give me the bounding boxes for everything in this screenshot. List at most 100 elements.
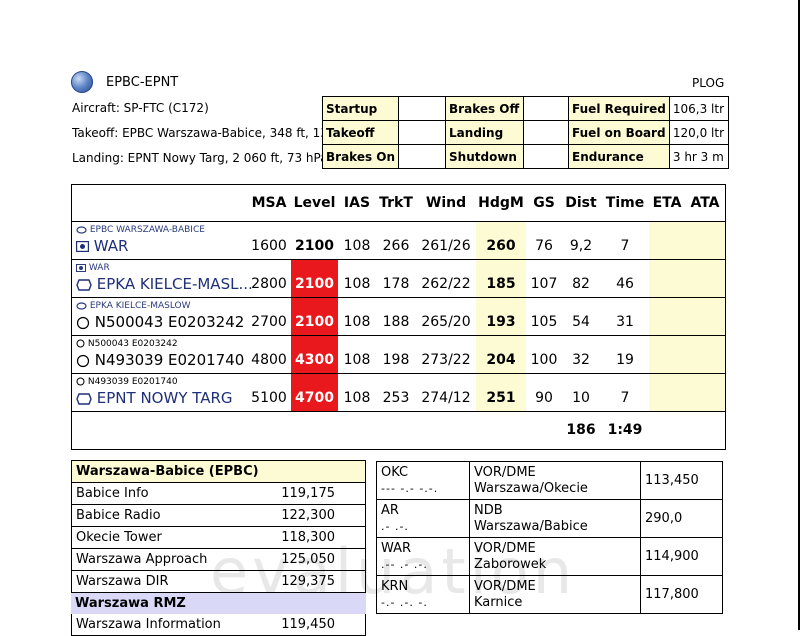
header-ias: IAS [343, 195, 371, 211]
frequency-row[interactable]: Babice Radio 122,300 [71, 505, 366, 527]
fuel-on-board-value: 120,0 ltr [668, 120, 729, 145]
cell-dist: 32 [572, 352, 590, 368]
navaid-name: Warszawa/Babice [474, 518, 588, 534]
eta-ata-cell[interactable] [649, 374, 725, 411]
cell-time: 7 [620, 390, 630, 406]
cell-trkt: 188 [382, 314, 410, 330]
header-level: Level [293, 195, 336, 211]
navaid-row[interactable]: WAR .-- .- .-. VOR/DME Zaborowek 114,900 [376, 537, 723, 576]
brakes-off-value[interactable] [523, 96, 570, 121]
cell-time: 31 [616, 314, 634, 330]
leg-to: N493039 E0201740 [76, 351, 244, 369]
cell-wind: 274/12 [421, 390, 471, 406]
cell-trkt: 198 [382, 352, 410, 368]
airport-icon [76, 392, 92, 405]
landing-info: Landing: EPNT Nowy Targ, 2 060 ft, 73 hP… [72, 151, 322, 165]
navaid-morse: -.- .-. -. [381, 595, 428, 609]
leg-row[interactable]: N500043 E0203242 N493039 E0201740 4800 4… [72, 335, 725, 373]
leg-row[interactable]: EPBC WARSZAWA-BABICE WAR 1600 2100 108 2… [72, 221, 725, 259]
header-dist: Dist [565, 195, 597, 211]
eta-ata-cell[interactable] [649, 222, 725, 259]
endurance-value: 3 hr 3 m [668, 144, 729, 169]
route-title: EPBC-EPNT [106, 75, 179, 90]
cell-msa: 5100 [251, 390, 287, 406]
navaid-type: VOR/DME [474, 464, 536, 480]
navaid-row[interactable]: KRN -.- .-. -. VOR/DME Karnice 117,800 [376, 575, 723, 614]
airport-icon [76, 301, 87, 310]
cell-dist: 10 [572, 390, 590, 406]
cell-msa: 4800 [251, 352, 287, 368]
cell-level: 4300 [291, 336, 338, 373]
leg-from: N500043 E0203242 [76, 339, 178, 349]
leg-from: N493039 E0201740 [76, 377, 178, 387]
airport-icon [76, 225, 87, 234]
waypoint-circle-icon [76, 377, 85, 386]
waypoint-circle-icon [76, 339, 85, 348]
frequency-group-header: Warszawa RMZ [71, 593, 366, 614]
navaid-name: Warszawa/Okecie [474, 480, 588, 496]
cell-ias: 108 [343, 390, 371, 406]
cell-gs: 90 [535, 390, 553, 406]
leg-to: EPKA KIELCE-MASL... [76, 275, 253, 293]
navaid-row[interactable]: AR .- .-. NDB Warszawa/Babice 290,0 [376, 499, 723, 538]
frequency-list: Warszawa-Babice (EPBC) Babice Info 119,17… [71, 460, 366, 636]
landing-value[interactable] [523, 120, 570, 145]
cell-dist: 54 [572, 314, 590, 330]
cell-ias: 108 [343, 238, 371, 254]
leg-to: N500043 E0203242 [76, 313, 244, 331]
leg-row[interactable]: N493039 E0201740 EPNT NOWY TARG 5100 470… [72, 373, 725, 411]
frequency-group-header: Warszawa-Babice (EPBC) [71, 460, 366, 483]
cell-level: 2100 [291, 298, 338, 335]
cell-msa: 2800 [251, 276, 287, 292]
takeoff-value[interactable] [398, 120, 447, 145]
cell-gs: 107 [530, 276, 558, 292]
takeoff-label: Takeoff [321, 120, 400, 145]
cell-gs: 105 [530, 314, 558, 330]
fuel-required-label: Fuel Required [568, 96, 670, 121]
brakes-off-label: Brakes Off [445, 96, 525, 121]
takeoff-info: Takeoff: EPBC Warszawa-Babice, 348 ft, 1… [72, 126, 322, 140]
frequency-row[interactable]: Babice Info 119,175 [71, 483, 366, 505]
header-time: Time [605, 195, 645, 211]
navaid-table: OKC --- -.- -.-. VOR/DME Warszawa/Okecie 1… [376, 461, 723, 614]
eta-ata-cell[interactable] [649, 336, 725, 373]
status-table: Startup Brakes Off Fuel Required 106,3 l… [321, 96, 729, 169]
landing-label: Landing [445, 120, 525, 145]
navaid-row[interactable]: OKC --- -.- -.-. VOR/DME Warszawa/Okecie 1… [376, 461, 723, 500]
cell-hdgm: 251 [476, 374, 526, 411]
navaid-morse: --- -.- -.-. [381, 481, 439, 495]
brakes-on-value[interactable] [398, 144, 447, 169]
navaid-id: WAR [381, 540, 412, 556]
total-time: 1:49 [607, 422, 643, 438]
fuel-on-board-label: Fuel on Board [568, 120, 670, 145]
navaid-type: NDB [474, 502, 503, 518]
vor-icon [76, 263, 86, 272]
frequency-row[interactable]: Warszawa Approach 125,050 [71, 549, 366, 571]
shutdown-value[interactable] [523, 144, 570, 169]
globe-icon [71, 71, 93, 93]
navlog-divider [72, 411, 725, 412]
waypoint-circle-icon [76, 354, 90, 367]
header-trkt: TrkT [379, 195, 413, 211]
cell-dist: 9,2 [569, 238, 593, 254]
frequency-row[interactable]: Warszawa Information 119,450 [71, 614, 366, 636]
cell-time: 7 [620, 238, 630, 254]
navaid-id: OKC [381, 464, 409, 480]
navaid-type: VOR/DME [474, 540, 536, 556]
leg-row[interactable]: WAR EPKA KIELCE-MASL... 2800 2100 108 17… [72, 259, 725, 297]
startup-value[interactable] [398, 96, 447, 121]
navaid-name: Karnice [474, 594, 523, 610]
eta-ata-cell[interactable] [649, 260, 725, 297]
navaid-id: KRN [381, 578, 409, 594]
leg-row[interactable]: EPKA KIELCE-MASLOW N500043 E0203242 2700… [72, 297, 725, 335]
cell-trkt: 266 [382, 238, 410, 254]
eta-ata-cell[interactable] [649, 298, 725, 335]
cell-ias: 108 [343, 352, 371, 368]
navaid-frequency: 113,450 [640, 461, 723, 500]
cell-hdgm: 193 [476, 298, 526, 335]
cell-dist: 82 [572, 276, 590, 292]
frequency-row[interactable]: Warszawa DIR 129,375 [71, 571, 366, 593]
frequency-row[interactable]: Okecie Tower 118,300 [71, 527, 366, 549]
cell-ias: 108 [343, 276, 371, 292]
navaid-morse: .-- .- .-. [381, 557, 428, 571]
